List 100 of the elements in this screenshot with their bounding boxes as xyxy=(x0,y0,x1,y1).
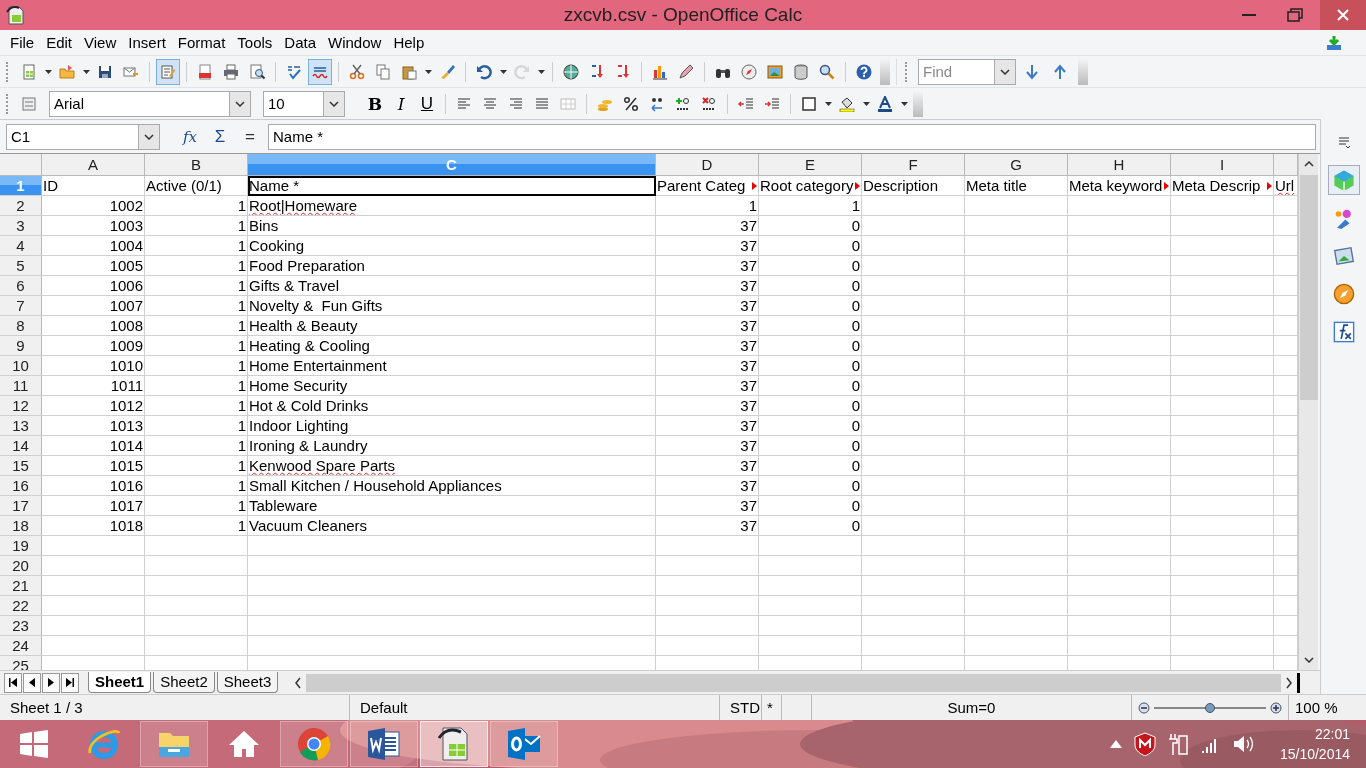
column-header[interactable]: F xyxy=(862,154,965,176)
document-pencil-icon xyxy=(160,63,176,80)
table-cell: Food Preparation xyxy=(248,256,656,276)
column-header[interactable]: A xyxy=(42,154,145,176)
column-header[interactable]: G xyxy=(965,154,1068,176)
menu-item[interactable]: Edit xyxy=(40,32,79,53)
table-cell: Health & Beauty xyxy=(248,316,656,336)
table-cell: 0 xyxy=(759,276,862,296)
column-header[interactable]: E xyxy=(759,154,862,176)
properties-button[interactable] xyxy=(1327,165,1360,195)
row-header[interactable]: 9 xyxy=(0,336,42,356)
bold-button[interactable]: B xyxy=(363,90,387,117)
menu-item[interactable]: Insert xyxy=(122,32,172,53)
next-sheet-button[interactable] xyxy=(42,672,60,693)
row-header[interactable]: 2 xyxy=(0,196,42,216)
function-wizard-button[interactable]: fx xyxy=(178,127,202,146)
slider-thumb[interactable] xyxy=(1205,702,1215,713)
row-header[interactable]: 3 xyxy=(0,216,42,236)
table-cell: 1010 xyxy=(42,356,145,376)
table-cell: Novelty & Fun Gifts xyxy=(248,296,656,316)
overflow-arrow-icon xyxy=(752,182,757,190)
formula-button[interactable]: = xyxy=(238,126,262,147)
row-header[interactable]: 11 xyxy=(0,376,42,396)
menu-item[interactable]: Help xyxy=(387,32,431,53)
menu-item[interactable]: Data xyxy=(278,32,323,53)
zoom-percentage: 100 % xyxy=(1294,699,1339,716)
row-header[interactable]: 19 xyxy=(0,536,42,556)
row-header[interactable]: 13 xyxy=(0,416,42,436)
brush-icon xyxy=(439,63,455,80)
sheet-tab[interactable]: Sheet1 xyxy=(88,672,152,693)
row-header[interactable]: 24 xyxy=(0,636,42,656)
table-cell: 0 xyxy=(759,236,862,256)
table-cell: Bins xyxy=(248,216,656,236)
taskbar-app-button[interactable] xyxy=(350,721,418,767)
find-field[interactable]: Find xyxy=(918,58,994,85)
previous-sheet-button[interactable] xyxy=(23,672,41,693)
table-cell: Home Security xyxy=(248,376,656,396)
column-header[interactable]: D xyxy=(656,154,759,176)
row-header[interactable]: 10 xyxy=(0,356,42,376)
row-header[interactable]: 15 xyxy=(0,456,42,476)
row-header[interactable]: 7 xyxy=(0,296,42,316)
menu-item[interactable]: Tools xyxy=(231,32,279,53)
row-header[interactable]: 16 xyxy=(0,476,42,496)
font-name-field[interactable]: Arial xyxy=(49,90,229,117)
sheet-tab[interactable]: Sheet3 xyxy=(216,672,279,693)
table-cell: Parent Categ xyxy=(656,176,759,196)
table-cell: 1 xyxy=(656,196,759,216)
row-header[interactable]: 14 xyxy=(0,436,42,456)
horizontal-scrollbar[interactable] xyxy=(306,673,1281,692)
table-cell: 37 xyxy=(656,316,759,336)
chevron-up-icon xyxy=(1303,161,1314,167)
menu-item[interactable]: Format xyxy=(171,32,232,53)
table-cell: Tableware xyxy=(248,496,656,516)
table-cell: 37 xyxy=(656,216,759,236)
font-size-field[interactable]: 10 xyxy=(263,90,323,117)
vertical-scrollbar[interactable] xyxy=(1298,154,1318,670)
edit-file-button[interactable] xyxy=(156,58,180,85)
last-sheet-button[interactable] xyxy=(61,672,79,693)
column-header[interactable]: B xyxy=(145,154,248,176)
table-cell: 0 xyxy=(759,476,862,496)
caret-icon xyxy=(82,69,90,74)
table-cell: Meta title xyxy=(965,176,1068,196)
table-cell: 1 xyxy=(145,396,248,416)
table-cell: 37 xyxy=(656,256,759,276)
table-cell: 0 xyxy=(759,296,862,316)
underline-button[interactable]: U xyxy=(415,90,439,117)
taskbar-app-button[interactable] xyxy=(490,721,558,767)
name-box[interactable]: C1 xyxy=(6,123,138,150)
table-cell: 0 xyxy=(759,496,862,516)
italic-button[interactable]: I xyxy=(389,90,413,117)
row-header[interactable]: 8 xyxy=(0,316,42,336)
table-cell: 1 xyxy=(145,476,248,496)
menu-item[interactable]: View xyxy=(78,32,123,53)
menu-item[interactable]: File xyxy=(4,32,41,53)
row-header[interactable]: 4 xyxy=(0,236,42,256)
menu-item[interactable]: Window xyxy=(322,32,388,53)
sum-button[interactable]: Σ xyxy=(208,126,232,147)
auto-spellcheck-button[interactable] xyxy=(308,58,332,85)
sheet-tab[interactable]: Sheet2 xyxy=(153,672,215,693)
close-button[interactable] xyxy=(1320,0,1366,30)
table-cell: 1 xyxy=(145,436,248,456)
row-header[interactable]: 12 xyxy=(0,396,42,416)
table-cell: 37 xyxy=(656,416,759,436)
first-sheet-button[interactable] xyxy=(4,672,22,693)
column-header[interactable]: H xyxy=(1068,154,1171,176)
row-header[interactable]: 20 xyxy=(0,556,42,576)
formula-input[interactable]: Name * xyxy=(268,123,1316,150)
row-header[interactable]: 18 xyxy=(0,516,42,536)
row-header[interactable]: 5 xyxy=(0,256,42,276)
row-header[interactable]: 6 xyxy=(0,276,42,296)
column-header[interactable]: I xyxy=(1171,154,1274,176)
row-header[interactable]: 17 xyxy=(0,496,42,516)
taskbar-app-button[interactable] xyxy=(420,721,488,767)
table-cell: 1006 xyxy=(42,276,145,296)
styles-icon xyxy=(21,95,37,112)
row-header[interactable]: 21 xyxy=(0,576,42,596)
table-cell: 1003 xyxy=(42,216,145,236)
close-icon xyxy=(1337,9,1349,21)
row-header[interactable]: 23 xyxy=(0,616,42,636)
row-header[interactable]: 22 xyxy=(0,596,42,616)
